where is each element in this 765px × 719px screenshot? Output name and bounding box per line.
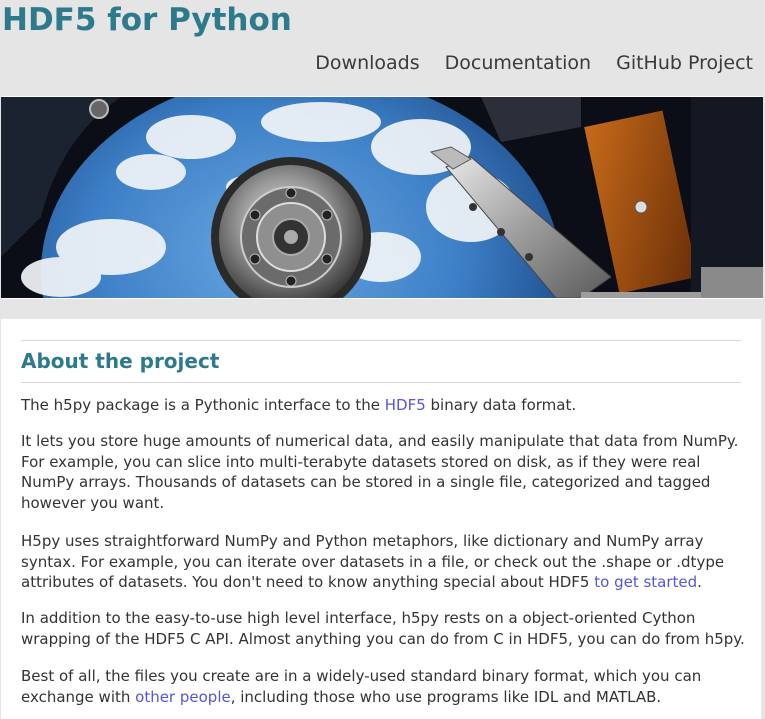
divider — [21, 340, 741, 341]
paragraph-metaphors: H5py uses straightforward NumPy and Pyth… — [21, 531, 746, 593]
hero-banner-image — [1, 96, 763, 299]
link-hdf5[interactable]: HDF5 — [385, 396, 426, 414]
paragraph-text: . — [697, 573, 702, 591]
paragraph-text: The h5py package is a Pythonic interface… — [21, 396, 385, 414]
section-heading: About the project — [21, 349, 220, 373]
link-other-people[interactable]: other people — [135, 688, 231, 706]
paragraph-format: Best of all, the files you create are in… — [21, 666, 746, 707]
site-title[interactable]: HDF5 for Python — [2, 0, 292, 40]
site-header: HDF5 for Python Downloads Documentation … — [0, 0, 765, 96]
nav-documentation[interactable]: Documentation — [445, 50, 591, 76]
hard-drive-illustration — [1, 97, 763, 298]
top-nav: Downloads Documentation GitHub Project — [290, 50, 753, 76]
link-get-started[interactable]: to get started — [594, 573, 697, 591]
divider — [21, 382, 741, 383]
main-content: About the project The h5py package is a … — [1, 319, 761, 719]
nav-downloads[interactable]: Downloads — [315, 50, 419, 76]
nav-github-project[interactable]: GitHub Project — [616, 50, 753, 76]
paragraph-text: binary data format. — [425, 396, 577, 414]
paragraph-intro: The h5py package is a Pythonic interface… — [21, 395, 746, 416]
paragraph-store-data: It lets you store huge amounts of numeri… — [21, 432, 739, 512]
paragraph-cython: In addition to the easy-to-use high leve… — [21, 609, 745, 648]
paragraph-text: , including those who use programs like … — [230, 687, 662, 706]
